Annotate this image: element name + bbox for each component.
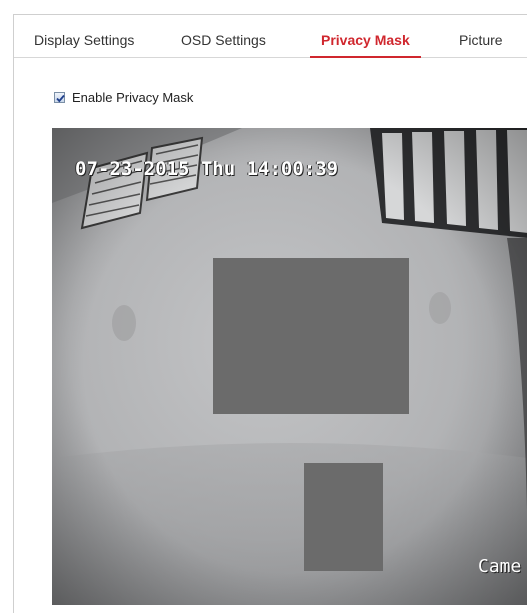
privacy-mask-region[interactable] [213,258,409,414]
tab-privacy-mask[interactable]: Privacy Mask [310,15,421,58]
osd-datetime-overlay: 07-23-2015 Thu 14:00:39 [75,158,339,180]
privacy-mask-region[interactable] [304,463,383,571]
tab-picture[interactable]: Picture [459,15,503,57]
enable-privacy-mask-checkbox[interactable] [54,91,65,103]
tab-osd-settings[interactable]: OSD Settings [181,15,266,57]
settings-panel: Display Settings OSD Settings Privacy Ma… [13,14,527,613]
checkmark-icon [56,94,65,102]
settings-tab-bar: Display Settings OSD Settings Privacy Ma… [14,15,527,58]
enable-privacy-mask-label: Enable Privacy Mask [72,89,194,105]
osd-camera-name-overlay: Came [478,556,522,577]
live-video-view[interactable]: 07-23-2015 Thu 14:00:39 Came [52,128,527,605]
tab-display-settings[interactable]: Display Settings [34,15,134,57]
enable-privacy-mask-row: Enable Privacy Mask [54,88,193,106]
